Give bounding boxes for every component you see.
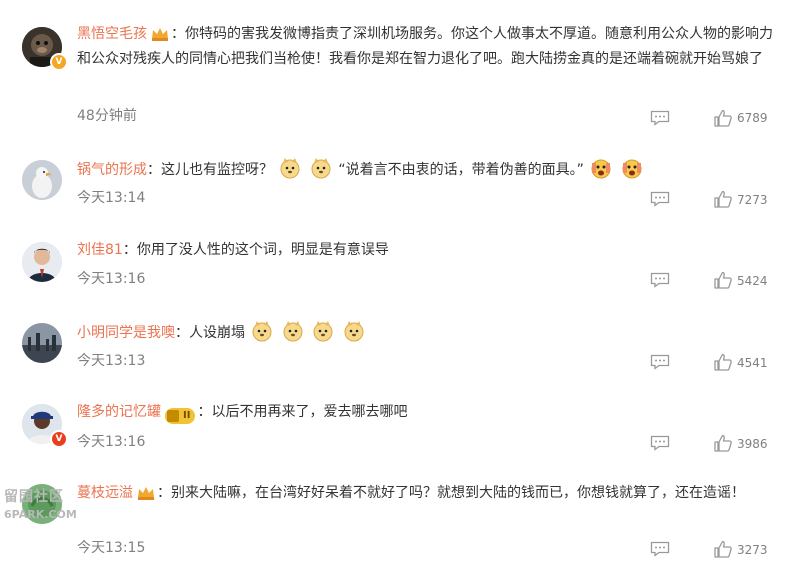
- doge-emoji-icon: [279, 157, 301, 186]
- comment-body: 刘佳81：你用了没人性的这个词，明显是有意误导: [77, 239, 777, 261]
- watermark-title: 留园社区: [4, 489, 64, 505]
- comment-text: ：你用了没人性的这个词，明显是有意误导: [122, 242, 389, 258]
- comment-text: ：别来大陆嘛，在台湾好好呆着不就好了吗？就想到大陆的钱而已，你想钱就算了，还在造…: [157, 485, 745, 501]
- thumbs-up-icon[interactable]: [713, 539, 733, 559]
- avatar[interactable]: [22, 242, 62, 282]
- doge-emoji-icon: [282, 320, 304, 349]
- comment-body: 隆多的记忆罐 II ：以后不用再来了，爱去哪去哪吧: [77, 401, 777, 424]
- thumbs-up-icon[interactable]: [713, 270, 733, 290]
- like-count: 4541: [737, 356, 768, 370]
- comment-bubble-icon[interactable]: [650, 110, 670, 126]
- like-count: 3273: [737, 543, 768, 557]
- comment-time: 今天13:16: [77, 434, 146, 450]
- crown-icon: [137, 485, 155, 507]
- comment-text: ：你特码的害我发微博指责了深圳机场服务。你这个人做事太不厚道。随意利用公众人物的…: [77, 26, 773, 67]
- doge-emoji-icon: [312, 320, 334, 349]
- comment-body: 锅气的形成：这儿也有监控呀？ “说着言不由衷的话，带着伪善的面具。”: [77, 157, 777, 186]
- comment-bubble-icon[interactable]: [650, 541, 670, 557]
- comment-time: 今天13:14: [77, 190, 146, 206]
- thumbs-up-icon[interactable]: [713, 433, 733, 453]
- comment-quote: “说着言不由衷的话，带着伪善的面具。”: [338, 162, 584, 178]
- username-link[interactable]: 刘佳81: [77, 242, 123, 258]
- like-count: 7273: [737, 193, 768, 207]
- thumbs-up-icon[interactable]: [713, 352, 733, 372]
- comment-bubble-icon[interactable]: [650, 191, 670, 207]
- shocked-emoji-icon: [621, 157, 643, 186]
- username-link[interactable]: 黑悟空毛孩: [77, 26, 147, 42]
- comment-text: ：人设崩塌: [175, 325, 245, 341]
- avatar[interactable]: [22, 323, 62, 363]
- member-level-badge: II: [165, 408, 196, 424]
- comment-bubble-icon[interactable]: [650, 354, 670, 370]
- shocked-emoji-icon: [590, 157, 612, 186]
- username-link[interactable]: 锅气的形成: [77, 162, 147, 178]
- comment-text: ：以后不用再来了，爱去哪去哪吧: [197, 404, 408, 420]
- verified-badge-icon: V: [50, 430, 68, 448]
- watermark-domain: 6PARK.COM: [4, 508, 77, 521]
- comment-body: 黑悟空毛孩 ：你特码的害我发微博指责了深圳机场服务。你这个人做事太不厚道。随意利用…: [77, 23, 777, 70]
- comment-body: 小明同学是我噢：人设崩塌: [77, 320, 777, 349]
- comment-bubble-icon[interactable]: [650, 435, 670, 451]
- thumbs-up-icon[interactable]: [713, 189, 733, 209]
- doge-emoji-icon: [310, 157, 332, 186]
- like-count: 3986: [737, 437, 768, 451]
- comment-time: 今天13:13: [77, 353, 146, 369]
- doge-emoji-icon: [251, 320, 273, 349]
- site-watermark: 留园社区 6PARK.COM: [4, 486, 84, 526]
- comment-text: ：这儿也有监控呀？: [147, 162, 273, 178]
- username-link[interactable]: 隆多的记忆罐: [77, 404, 161, 420]
- like-count: 6789: [737, 111, 768, 125]
- crown-icon: [151, 26, 169, 48]
- username-link[interactable]: 蔓枝远溢: [77, 485, 133, 501]
- avatar[interactable]: [22, 160, 62, 200]
- username-link[interactable]: 小明同学是我噢: [77, 325, 175, 341]
- comment-time: 今天13:16: [77, 271, 146, 287]
- comment-time: 48分钟前: [77, 108, 137, 124]
- doge-emoji-icon: [343, 320, 365, 349]
- thumbs-up-icon[interactable]: [713, 108, 733, 128]
- like-count: 5424: [737, 274, 768, 288]
- comment-time: 今天13:15: [77, 540, 146, 556]
- comment-bubble-icon[interactable]: [650, 272, 670, 288]
- comment-body: 蔓枝远溢 ：别来大陆嘛，在台湾好好呆着不就好了吗？就想到大陆的钱而已，你想钱就算了…: [77, 482, 767, 507]
- verified-badge-icon: V: [50, 53, 68, 71]
